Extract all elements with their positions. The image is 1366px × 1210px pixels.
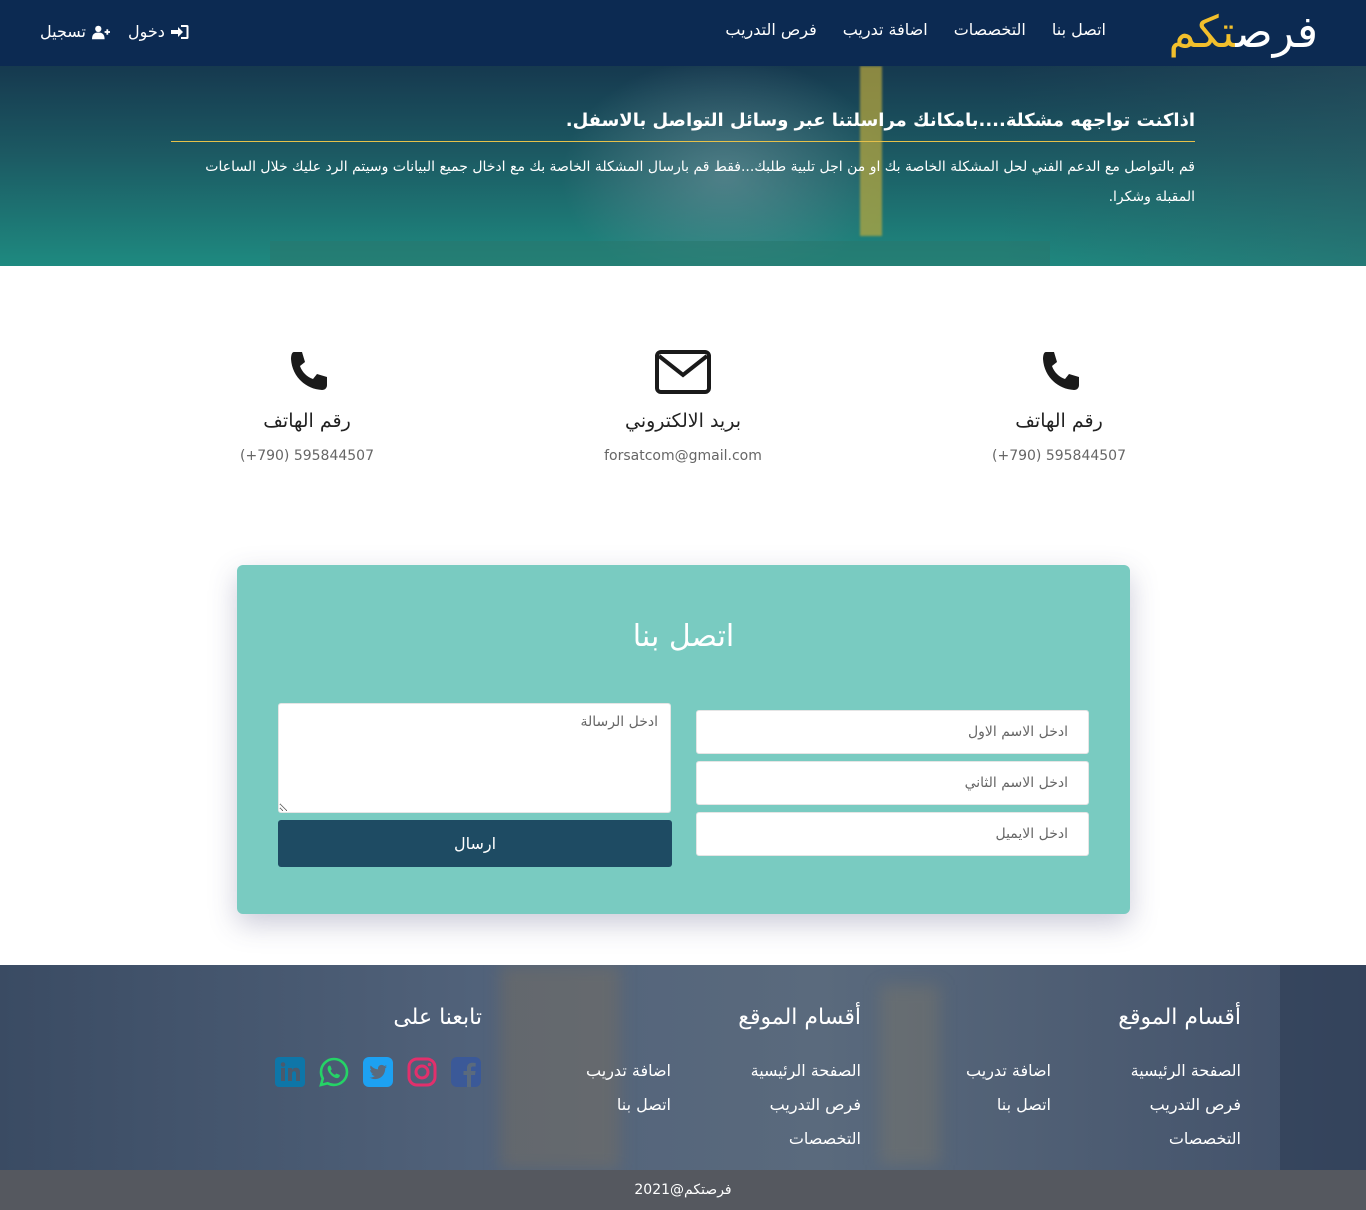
footer-link-specialties[interactable]: التخصصات	[671, 1122, 861, 1156]
register-label: تسجيل	[40, 22, 86, 41]
footer-sections-column: أقسام الموقع الصفحة الرئيسية فرص التدريب…	[481, 1005, 861, 1156]
facebook-icon[interactable]	[450, 1056, 482, 1088]
contact-info-title: بريد الالكتروني	[625, 410, 741, 432]
last-name-input[interactable]	[696, 761, 1089, 805]
footer-column-title: أقسام الموقع	[738, 1005, 861, 1030]
footer-sections-column: أقسام الموقع الصفحة الرئيسية فرص التدريب…	[861, 1005, 1241, 1156]
message-textarea[interactable]	[278, 703, 671, 813]
contact-info-value: forsatcom@gmail.com	[604, 448, 762, 464]
register-link[interactable]: تسجيل	[40, 22, 110, 41]
footer-link-training[interactable]: فرص التدريب	[1051, 1088, 1241, 1122]
envelope-icon	[655, 350, 711, 394]
footer-link-list: الصفحة الرئيسية فرص التدريب التخصصات	[671, 1054, 861, 1156]
nav-link-training[interactable]: فرص التدريب	[725, 20, 816, 39]
nav-link-specialties[interactable]: التخصصات	[954, 20, 1026, 39]
contact-info-email: بريد الالكتروني forsatcom@gmail.com	[533, 348, 833, 464]
footer-link-lists: الصفحة الرئيسية فرص التدريب التخصصات اضا…	[481, 1030, 861, 1156]
hero-banner: اذاكنت تواجهه مشكلة....بامكانك مراسلتنا …	[0, 66, 1366, 266]
first-name-input[interactable]	[696, 710, 1089, 754]
footer-link-training[interactable]: فرص التدريب	[671, 1088, 861, 1122]
footer-link-lists: الصفحة الرئيسية فرص التدريب التخصصات اضا…	[861, 1030, 1241, 1156]
footer-link-add-training[interactable]: اضافة تدريب	[861, 1054, 1051, 1088]
footer: أقسام الموقع الصفحة الرئيسية فرص التدريب…	[0, 965, 1366, 1170]
contact-info-value: (+790) 595844507	[240, 448, 374, 464]
contact-form-title: اتصل بنا	[632, 619, 735, 654]
footer-link-specialties[interactable]: التخصصات	[1051, 1122, 1241, 1156]
footer-link-contact[interactable]: اتصل بنا	[861, 1088, 1051, 1122]
contact-form-card: اتصل بنا ارسال	[237, 565, 1130, 914]
footer-link-contact[interactable]: اتصل بنا	[481, 1088, 671, 1122]
login-link[interactable]: دخول	[128, 22, 189, 41]
footer-link-list: اضافة تدريب اتصل بنا	[861, 1054, 1051, 1156]
nav-link-contact[interactable]: اتصل بنا	[1052, 20, 1106, 39]
social-links	[182, 1056, 482, 1088]
phone-icon	[291, 352, 327, 390]
linkedin-icon[interactable]	[274, 1056, 306, 1088]
footer-link-home[interactable]: الصفحة الرئيسية	[671, 1054, 861, 1088]
hero-title: اذاكنت تواجهه مشكلة....بامكانك مراسلتنا …	[171, 110, 1195, 142]
footer-link-home[interactable]: الصفحة الرئيسية	[1051, 1054, 1241, 1088]
contact-info-value: (+790) 595844507	[992, 448, 1126, 464]
footer-link-list: الصفحة الرئيسية فرص التدريب التخصصات	[1051, 1054, 1241, 1156]
contact-info-title: رقم الهاتف	[1015, 410, 1103, 432]
copyright: فرصتكم@2021	[0, 1170, 1366, 1210]
footer-follow-title: تابعنا على	[393, 1005, 482, 1030]
hero-text: قم بالتواصل مع الدعم الفني لحل المشكلة ا…	[205, 159, 1195, 205]
auth-links: تسجيل دخول	[40, 22, 189, 41]
email-input[interactable]	[696, 812, 1089, 856]
contact-info-title: رقم الهاتف	[263, 410, 351, 432]
whatsapp-icon[interactable]	[318, 1056, 350, 1088]
footer-follow-column: تابعنا على	[182, 1005, 482, 1088]
twitter-icon[interactable]	[362, 1056, 394, 1088]
instagram-icon[interactable]	[406, 1056, 438, 1088]
login-label: دخول	[128, 22, 165, 41]
user-plus-icon	[92, 25, 110, 39]
send-button[interactable]: ارسال	[278, 820, 672, 867]
hero-background-book	[270, 241, 1050, 266]
nav-links: فرص التدريب اضافة تدريب التخصصات اتصل بن…	[725, 20, 1106, 39]
logo[interactable]: فرصتكم	[1168, 6, 1318, 60]
phone-icon	[1043, 352, 1079, 390]
footer-link-list: اضافة تدريب اتصل بنا	[481, 1054, 671, 1156]
contact-info-phone-right: رقم الهاتف (+790) 595844507	[909, 348, 1209, 464]
footer-link-add-training[interactable]: اضافة تدريب	[481, 1054, 671, 1088]
nav-link-add-training[interactable]: اضافة تدريب	[843, 20, 928, 39]
footer-column-title: أقسام الموقع	[1118, 1005, 1241, 1030]
sign-in-icon	[170, 24, 189, 39]
contact-info-phone-left: رقم الهاتف (+790) 595844507	[157, 348, 457, 464]
footer-background-shape	[1280, 965, 1366, 1170]
navbar: فرصتكم فرص التدريب اضافة تدريب التخصصات …	[0, 0, 1366, 66]
